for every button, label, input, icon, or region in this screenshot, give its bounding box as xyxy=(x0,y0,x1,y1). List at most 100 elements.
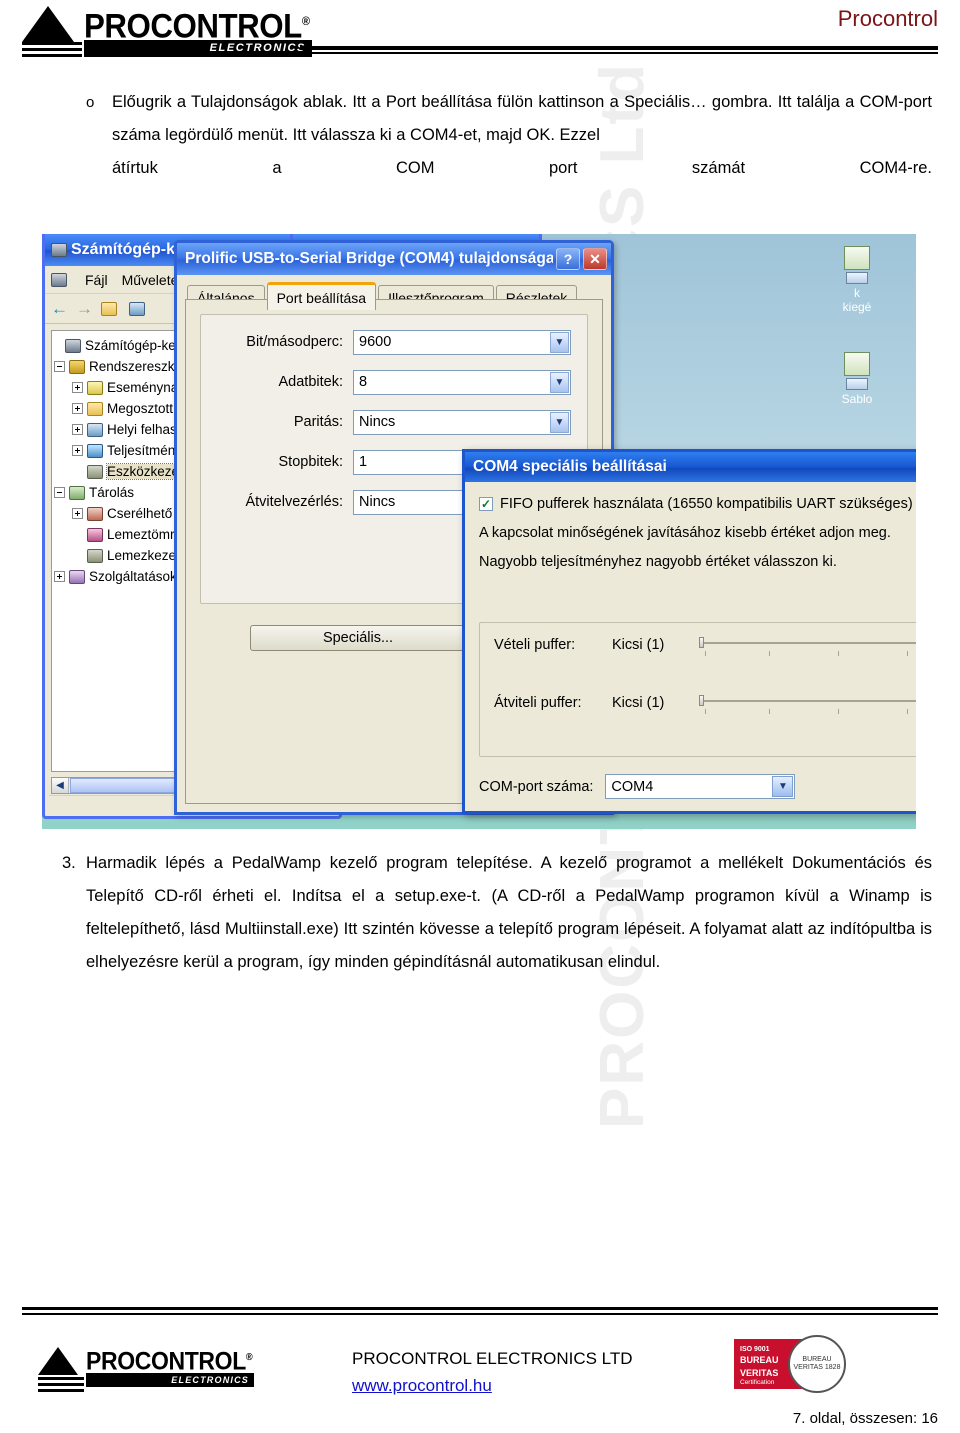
chevron-down-icon[interactable]: ▼ xyxy=(550,371,569,393)
bullet-paragraph-text: Előugrik a Tulajdonságok ablak. Itt a Po… xyxy=(112,93,932,144)
advanced-note-line-2: Nagyobb teljesítményhez nagyobb értéket … xyxy=(479,554,837,570)
menu-item-file[interactable]: Fájl xyxy=(85,272,108,288)
com-port-number-label: COM-port száma: xyxy=(479,778,594,795)
triangle-logo-icon xyxy=(38,1347,78,1375)
combo-value: 1 xyxy=(359,454,368,470)
desktop-item-2[interactable]: Sablo xyxy=(802,352,912,406)
storage-icon xyxy=(69,485,85,500)
collapse-expander-icon[interactable] xyxy=(54,487,65,498)
advanced-note-line-1: A kapcsolat minőségének javításához kise… xyxy=(479,525,891,541)
footer-logo-text: PROCONTROL xyxy=(86,1347,246,1376)
expand-expander-icon[interactable] xyxy=(72,382,83,393)
disk-management-icon xyxy=(87,548,103,563)
checkbox-checked-icon[interactable]: ✓ xyxy=(479,497,493,511)
collapse-expander-icon[interactable] xyxy=(54,361,65,372)
receive-buffer-label: Vételi puffer: xyxy=(494,637,576,653)
shared-folders-icon xyxy=(87,401,103,416)
expand-expander-icon[interactable] xyxy=(54,571,65,582)
page-number: 7. oldal, összesen: 16 xyxy=(792,1410,938,1427)
local-users-icon xyxy=(87,422,103,437)
console-icon xyxy=(51,272,67,287)
desktop-item-label-2: kiegé xyxy=(842,300,872,314)
computer-icon xyxy=(65,338,81,353)
desktop-item-label: k xyxy=(854,286,860,300)
template-icon-small xyxy=(846,378,868,390)
footer-company-block: PROCONTROL ELECTRONICS LTD www.procontro… xyxy=(352,1345,633,1399)
expand-expander-icon[interactable] xyxy=(72,508,83,519)
properties-titlebar[interactable]: Prolific USB-to-Serial Bridge (COM4) tul… xyxy=(177,243,611,275)
chevron-down-icon[interactable]: ▼ xyxy=(772,776,794,797)
tab-port-settings[interactable]: Port beállítása xyxy=(266,282,377,310)
fifo-checkbox-row[interactable]: ✓ FIFO pufferek használata (16550 kompat… xyxy=(479,496,916,512)
bureau-veritas-seal-icon: BUREAU VERITAS 1828 xyxy=(788,1335,846,1393)
system-tools-icon xyxy=(69,359,85,374)
slider-ticks xyxy=(700,709,916,715)
combo-value: 8 xyxy=(359,374,368,390)
removable-storage-icon xyxy=(87,506,103,521)
combo-value: 9600 xyxy=(359,334,392,350)
help-icon[interactable]: ? xyxy=(556,248,580,270)
footer-website-link[interactable]: www.procontrol.hu xyxy=(352,1376,492,1395)
parity-combo[interactable]: Nincs ▼ xyxy=(353,409,571,435)
logo-bars-icon xyxy=(22,42,82,60)
expand-expander-icon[interactable] xyxy=(72,445,83,456)
advanced-titlebar[interactable]: COM4 speciális beállításai xyxy=(465,452,916,482)
footer-logo-subtitle: ELECTRONICS xyxy=(171,1375,249,1385)
field-parity: Paritás: Nincs ▼ xyxy=(201,409,571,435)
document-icon-small xyxy=(846,272,868,284)
data-bits-combo[interactable]: 8 ▼ xyxy=(353,369,571,395)
logo-subtitle-bar: ELECTRONICS xyxy=(84,40,312,57)
field-label: Adatbitek: xyxy=(278,374,344,390)
advanced-dialog-body: ✓ FIFO pufferek használata (16550 kompat… xyxy=(465,482,916,811)
transmit-buffer-value: Kicsi (1) xyxy=(612,695,665,711)
template-icon xyxy=(844,352,870,376)
back-arrow-icon[interactable]: ← xyxy=(51,299,68,319)
com4-advanced-settings-dialog: COM4 speciális beállításai ✓ FIFO puffer… xyxy=(462,449,916,814)
scroll-left-icon[interactable]: ◀ xyxy=(52,778,69,793)
footer-company-name: PROCONTROL ELECTRONICS LTD xyxy=(352,1349,633,1368)
footer-logo-wordmark: PROCONTROL® xyxy=(86,1345,253,1376)
forward-arrow-icon[interactable]: → xyxy=(76,299,93,319)
field-label: Átvitelvezérlés: xyxy=(245,494,343,510)
combo-value: Nincs xyxy=(359,494,396,510)
bits-per-second-combo[interactable]: 9600 ▼ xyxy=(353,329,571,355)
up-folder-icon[interactable] xyxy=(101,301,117,316)
chevron-down-icon[interactable]: ▼ xyxy=(550,411,569,433)
header-divider xyxy=(300,46,938,56)
close-icon[interactable]: ✕ xyxy=(583,248,607,270)
show-tree-icon[interactable] xyxy=(129,301,145,316)
slider-ticks xyxy=(700,651,916,657)
transmit-buffer-label: Átviteli puffer: xyxy=(494,695,582,711)
advanced-dialog-title: COM4 speciális beállításai xyxy=(473,458,667,475)
disk-defragmenter-icon xyxy=(87,527,103,542)
desktop-item-1[interactable]: k kiegé xyxy=(802,246,912,314)
triangle-logo-icon xyxy=(22,6,74,42)
numbered-paragraph-text: Harmadik lépés a PedalWamp kezelő progra… xyxy=(86,854,932,971)
tree-item-label: Tárolás xyxy=(89,485,135,500)
services-icon xyxy=(69,569,85,584)
transmit-buffer-row: Átviteli puffer: Kicsi (1) xyxy=(480,667,916,725)
slider-track xyxy=(700,700,916,702)
chevron-down-icon[interactable]: ▼ xyxy=(550,331,569,353)
bullet-paragraph-lastline: átírtuk a COM port számát COM4-re. xyxy=(112,159,932,177)
page-footer: PROCONTROL® ELECTRONICS PROCONTROL ELECT… xyxy=(0,1303,960,1433)
slider-track xyxy=(700,642,916,644)
transmit-buffer-slider[interactable] xyxy=(699,695,916,725)
advanced-button[interactable]: Speciális... xyxy=(250,625,466,651)
receive-buffer-slider[interactable] xyxy=(699,637,916,667)
com-port-number-combo[interactable]: COM4 ▼ xyxy=(605,774,796,799)
performance-icon xyxy=(87,443,103,458)
logo-bars-icon xyxy=(38,1377,84,1395)
logo-wordmark: PROCONTROL® xyxy=(84,4,310,43)
desktop-item-label: Sablo xyxy=(841,392,873,406)
field-label: Paritás: xyxy=(293,414,343,430)
field-data-bits: Adatbitek: 8 ▼ xyxy=(201,369,571,395)
numbered-paragraph: 3. Harmadik lépés a PedalWamp kezelő pro… xyxy=(24,847,936,979)
expand-expander-icon[interactable] xyxy=(72,424,83,435)
bullet-paragraph: o Előugrik a Tulajdonságok ablak. Itt a … xyxy=(24,86,936,218)
receive-buffer-value: Kicsi (1) xyxy=(612,637,665,653)
slider-knob[interactable] xyxy=(699,695,704,706)
expand-expander-icon[interactable] xyxy=(72,403,83,414)
buffer-settings-group: Vételi puffer: Kicsi (1) Átviteli puffer… xyxy=(479,622,916,757)
slider-knob[interactable] xyxy=(699,637,704,648)
